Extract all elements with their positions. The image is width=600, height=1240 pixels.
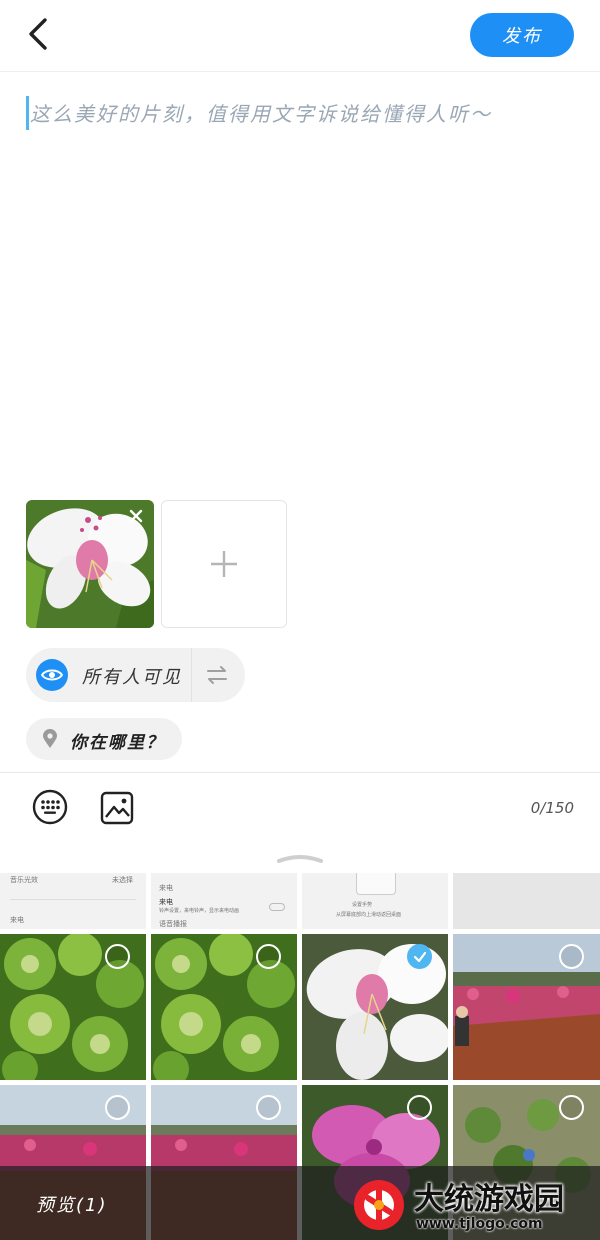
gallery-item-screenshot[interactable]: 来电 来电 铃声设置，来电铃声，显示来电动画 语音播报	[151, 873, 297, 929]
back-icon[interactable]	[20, 14, 56, 54]
keyboard-icon[interactable]	[32, 789, 68, 825]
divider	[191, 648, 192, 702]
screenshot-text: 从屏幕底部向上滑动返回桌面	[336, 912, 402, 918]
add-photo-button[interactable]	[161, 500, 287, 628]
select-circle[interactable]	[105, 944, 130, 969]
gallery-item-photo[interactable]	[151, 934, 297, 1080]
toggle-icon	[269, 903, 285, 911]
top-bar: 发布	[0, 0, 600, 72]
swap-icon[interactable]	[200, 663, 234, 687]
screenshot-text: 来电	[159, 884, 173, 892]
phone-illustration	[356, 873, 396, 895]
select-circle[interactable]	[256, 944, 281, 969]
watermark-url: www.tjlogo.com	[416, 1216, 543, 1232]
gallery-item-screenshot[interactable]: 设置手势 从屏幕底部向上滑动返回桌面	[302, 873, 448, 929]
character-counter: 0/150	[530, 799, 574, 817]
post-text-input[interactable]: 这么美好的片刻，值得用文字诉说给懂得人听～	[26, 94, 574, 130]
divider	[10, 899, 136, 900]
remove-photo-icon[interactable]	[128, 508, 144, 524]
publish-button[interactable]: 发布	[470, 13, 574, 57]
select-circle[interactable]	[105, 1095, 130, 1120]
location-selector[interactable]: 你在哪里？	[26, 718, 182, 760]
compose-toolbar: 0/150	[0, 772, 600, 844]
gallery-item-screenshot[interactable]: 音乐光效 未选择 来电	[0, 873, 146, 929]
select-circle[interactable]	[256, 1095, 281, 1120]
select-circle[interactable]	[407, 1095, 432, 1120]
watermark-logo	[354, 1180, 404, 1230]
gallery-item-screenshot[interactable]	[453, 873, 600, 929]
screenshot-text: 语音播报	[159, 920, 187, 928]
select-circle[interactable]	[559, 944, 584, 969]
gallery-item-photo[interactable]	[302, 934, 448, 1080]
location-pin-icon	[42, 729, 58, 749]
visibility-selector[interactable]: 所有人可见	[26, 648, 245, 702]
watermark-title: 大统游戏园	[414, 1182, 564, 1217]
plus-icon	[211, 551, 237, 577]
eye-icon	[36, 659, 68, 691]
screenshot-text: 设置手势	[352, 902, 373, 908]
selected-check-icon[interactable]	[407, 944, 432, 969]
screenshot-text: 来电	[10, 916, 24, 924]
screenshot-text: 音乐光效	[10, 876, 38, 884]
gallery-item-photo[interactable]	[0, 934, 146, 1080]
attached-photo-thumbnail[interactable]	[26, 500, 154, 628]
visibility-label: 所有人可见	[82, 667, 182, 688]
location-label: 你在哪里？	[70, 733, 165, 753]
screenshot-text: 来电	[159, 898, 173, 906]
site-watermark: 大统游戏园 www.tjlogo.com	[352, 1172, 596, 1238]
image-picker-icon[interactable]	[100, 791, 134, 825]
screenshot-text: 未选择	[112, 876, 133, 884]
post-text-placeholder: 这么美好的片刻，值得用文字诉说给懂得人听～	[30, 102, 492, 126]
select-circle[interactable]	[559, 1095, 584, 1120]
text-caret	[26, 96, 29, 130]
gallery-item-photo[interactable]	[453, 934, 600, 1080]
screenshot-text: 铃声设置，来电铃声，显示来电动画	[159, 908, 240, 914]
drawer-handle[interactable]	[276, 848, 324, 863]
preview-button[interactable]: 预览(1)	[36, 1191, 108, 1217]
